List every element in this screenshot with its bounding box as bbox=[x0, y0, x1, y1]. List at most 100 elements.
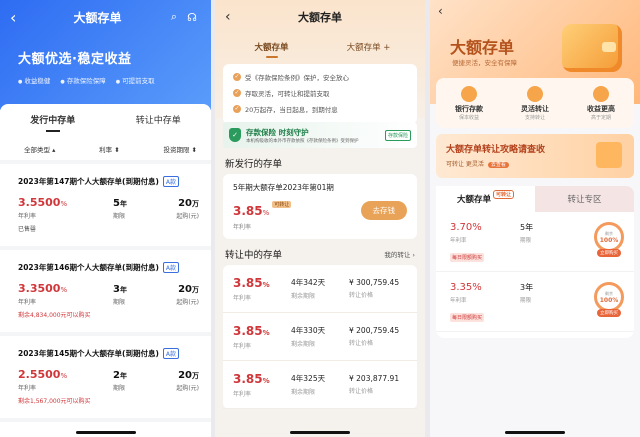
guide-button[interactable]: 去查看 bbox=[487, 162, 509, 168]
tab-deposit[interactable]: 大额存单 可转让 bbox=[436, 186, 535, 212]
phone-screen-2: ‹ 大额存单 大额存单 大额存单 + ✓ 受《存款保险条例》保护，安全放心 ✓ 存取… bbox=[215, 0, 425, 437]
product-min: 20 bbox=[178, 284, 192, 295]
tab-transfer[interactable]: 转让中存单 bbox=[106, 113, 212, 126]
transfer-price: ¥ 200,759.45 bbox=[349, 326, 400, 335]
transfer-item[interactable]: 3.85% 年利率 4年342天 剩余期限 ¥ 300,759.45 转让价格 bbox=[223, 265, 417, 313]
tab-bar: 大额存单 可转让 转让专区 bbox=[436, 186, 634, 212]
phone-screen-3: ‹ 大额存单 便捷灵活，安全有保障 银行存款 保本收益 灵活转让 支持转让 收益更高… bbox=[430, 0, 640, 437]
ring-percent: 100% bbox=[599, 236, 619, 244]
product-panel: 发行中存单 转让中存单 全部类型 ▴ 利率 ⬍ 投资期限 ⬍ 2023年第147… bbox=[0, 104, 211, 437]
transfer-item[interactable]: 3.85% 年利率 4年325天 剩余期限 ¥ 203,877.91 转让价格 bbox=[223, 361, 417, 409]
rate-unit: % bbox=[262, 208, 270, 217]
hero-slogan: 大额优选·稳定收益 bbox=[18, 52, 132, 67]
rate-label: 年利率 bbox=[233, 294, 252, 302]
product-min: 20 bbox=[178, 370, 192, 381]
home-indicator bbox=[290, 431, 350, 434]
term-label: 期限 bbox=[113, 213, 126, 220]
rate-label: 年利率 bbox=[450, 238, 467, 244]
product-name: 5年期大额存单2023年第01期 bbox=[233, 183, 334, 192]
min-unit: 万 bbox=[192, 200, 199, 208]
ring-percent: 100% bbox=[599, 296, 619, 304]
product-name: 2023年第146期个人大额存单(到期付息) bbox=[18, 263, 159, 272]
remain-label: 剩余期限 bbox=[291, 389, 316, 396]
tab-transfer-zone[interactable]: 转让专区 bbox=[535, 186, 634, 212]
guide-subtitle: 可转让 更灵活 bbox=[446, 161, 484, 168]
back-icon[interactable]: ‹ bbox=[225, 9, 245, 25]
rate-unit: % bbox=[60, 286, 68, 294]
min-label: 起购(元) bbox=[176, 213, 199, 220]
benefits-list: ✓ 受《存款保险条例》保护，安全放心 ✓ 存取灵活，可转让和提前支取 ✓ 20万起存，… bbox=[223, 64, 417, 124]
rate-label: 年利率 bbox=[450, 298, 467, 304]
check-icon: ✓ bbox=[233, 105, 241, 113]
transfer-list: 3.85% 年利率 4年342天 剩余期限 ¥ 300,759.45 转让价格 3.8… bbox=[223, 265, 417, 409]
limit-tag: 每日限额购买 bbox=[450, 253, 485, 262]
filter-type[interactable]: 全部类型 ▴ bbox=[24, 144, 55, 154]
product-item[interactable]: 2023年第147期个人大额存单(到期付息) A款 3.5500% 5年 20万 … bbox=[0, 164, 211, 250]
price-label: 转让价格 bbox=[349, 292, 374, 299]
benefit-text: 受《存款保险条例》保护，安全放心 bbox=[245, 74, 349, 82]
my-transfer-link[interactable]: 我的转让 › bbox=[384, 249, 415, 259]
product-rate: 3.35% bbox=[450, 282, 482, 293]
rate-unit: % bbox=[262, 280, 270, 289]
product-item[interactable]: 3.70% 年利率 每日限额购买 5年 期限 剩余 100% 立即购买 bbox=[436, 212, 634, 272]
buy-button[interactable]: 立即购买 bbox=[597, 249, 621, 257]
product-item[interactable]: 2023年第146期个人大额存单(到期付息) A款 3.3500% 3年 20万 … bbox=[0, 250, 211, 336]
hero-banner: ‹ 大额存单 ⌕ ☊ 大额优选·稳定收益 收益稳健 存款保险保障 可提前支取 bbox=[0, 0, 211, 110]
section-header: 转让中的存单 我的转让 › bbox=[215, 239, 425, 265]
product-name: 2023年第145期个人大额存单(到期付息) bbox=[18, 349, 159, 358]
feature-item: 可提前支取 bbox=[116, 75, 155, 85]
product-status: 已售罄 bbox=[18, 226, 37, 233]
nav-bar: ‹ 大额存单 bbox=[215, 0, 425, 34]
guide-banner[interactable]: 大额存单转让攻略请查收 可转让 更灵活 去查看 bbox=[436, 134, 634, 178]
filter-rate[interactable]: 利率 ⬍ bbox=[99, 144, 120, 154]
price-label: 转让价格 bbox=[349, 340, 374, 347]
term-unit: 年 bbox=[119, 372, 127, 380]
rate-label: 年利率 bbox=[18, 213, 37, 220]
headset-icon[interactable]: ☊ bbox=[183, 11, 201, 24]
transfer-remain: 4年325天 bbox=[291, 374, 326, 383]
section-header: 新发行的存单 bbox=[215, 148, 425, 174]
page-title: 大额存单 bbox=[298, 11, 342, 24]
min-unit: 万 bbox=[192, 372, 199, 380]
back-icon[interactable]: ‹ bbox=[10, 8, 30, 27]
feature-item: 灵活转让 支持转让 bbox=[502, 85, 568, 121]
new-product-card[interactable]: 5年期大额存单2023年第01期 3.85% 可转让 去存钱 年利率 bbox=[223, 174, 417, 239]
benefit-item: ✓ 受《存款保险条例》保护，安全放心 bbox=[233, 72, 409, 82]
product-badge: A款 bbox=[162, 348, 179, 359]
remain-label: 剩余期限 bbox=[291, 293, 316, 300]
header-area: ‹ 大额存单 大额存单 大额存单 + ✓ 受《存款保险条例》保护，安全放心 ✓ 存取… bbox=[215, 0, 425, 124]
back-icon[interactable]: ‹ bbox=[438, 4, 443, 18]
product-term: 5 bbox=[113, 198, 120, 209]
buy-button[interactable]: 立即购买 bbox=[597, 309, 621, 317]
search-icon[interactable]: ⌕ bbox=[165, 10, 183, 24]
term-label: 期限 bbox=[113, 385, 126, 392]
tab-deposit[interactable]: 大额存单 bbox=[223, 41, 320, 58]
transfer-item[interactable]: 3.85% 年利率 4年330天 剩余期限 ¥ 200,759.45 转让价格 bbox=[223, 313, 417, 361]
home-indicator bbox=[75, 431, 136, 434]
tab-deposit-plus[interactable]: 大额存单 + bbox=[320, 41, 417, 53]
transfer-price: ¥ 300,759.45 bbox=[349, 278, 400, 287]
bank-icon bbox=[461, 85, 477, 102]
filter-term[interactable]: 投资期限 ⬍ bbox=[163, 144, 197, 154]
insurance-banner[interactable]: ✓ 存款保险 时刻守护 本机构吸收的本外币存款依照《存款保险条例》受到保护 存款… bbox=[223, 122, 417, 148]
benefit-item: ✓ 20万起存，当日起息，到期付息 bbox=[233, 104, 409, 114]
feature-title: 银行存款 bbox=[455, 104, 483, 113]
nav-bar: ‹ 大额存单 ⌕ ☊ bbox=[0, 0, 211, 34]
rate-label: 年利率 bbox=[233, 224, 252, 231]
product-item[interactable]: 2023年第145期个人大额存单(到期付息) A款 2.5500% 2年 20万 … bbox=[0, 336, 211, 422]
benefit-item: ✓ 存取灵活，可转让和提前支取 bbox=[233, 88, 409, 98]
check-icon: ✓ bbox=[233, 73, 241, 81]
banner-title: 存款保险 时刻守护 bbox=[246, 127, 309, 137]
transferable-tag: 可转让 bbox=[272, 201, 292, 208]
product-item[interactable]: 3.35% 年利率 每日限额购买 3年 期限 剩余 100% 立即购买 bbox=[436, 272, 634, 332]
check-icon: ✓ bbox=[233, 89, 241, 97]
benefit-text: 20万起存，当日起息，到期付息 bbox=[245, 106, 338, 114]
tab-issuing[interactable]: 发行中存单 bbox=[0, 113, 106, 132]
feature-sub: 高于定期 bbox=[590, 114, 611, 121]
min-unit: 万 bbox=[192, 286, 199, 294]
feature-item: 银行存款 保本收益 bbox=[436, 85, 502, 121]
rate-label: 年利率 bbox=[18, 299, 37, 306]
product-term: 3年 bbox=[520, 283, 534, 292]
hero-features: 收益稳健 存款保险保障 可提前支取 bbox=[0, 67, 211, 85]
deposit-button[interactable]: 去存钱 bbox=[360, 201, 407, 220]
